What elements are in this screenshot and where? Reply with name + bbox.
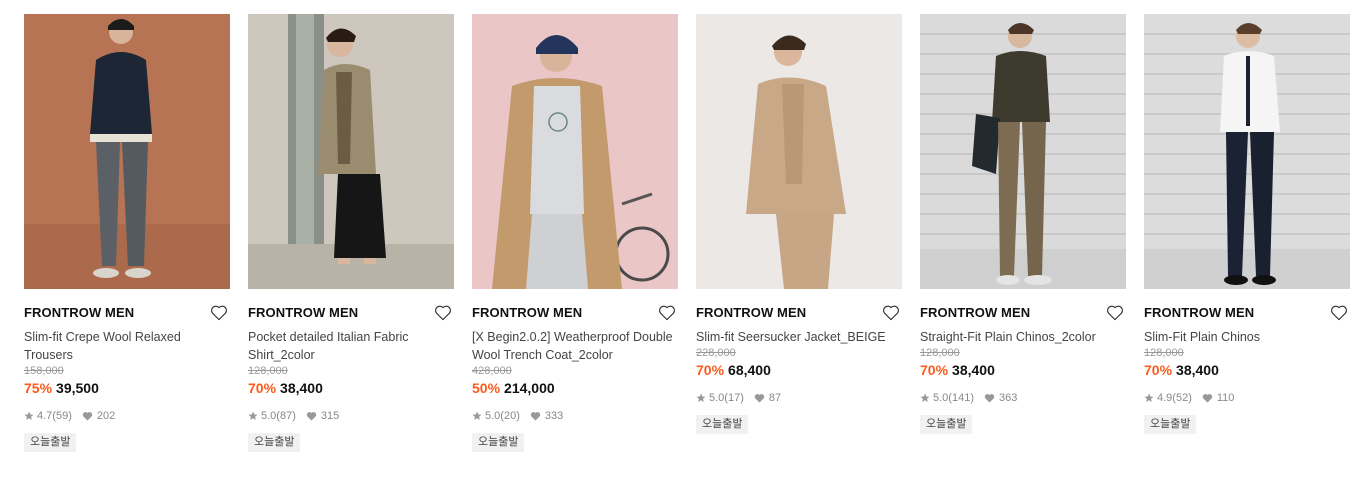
star-icon [248, 411, 258, 420]
shipping-badge: 오늘출발 [696, 415, 749, 434]
product-title[interactable]: Slim-Fit Plain Chinos [1144, 328, 1350, 346]
review-count: (141) [948, 392, 974, 404]
product-image[interactable] [24, 14, 230, 289]
brand-name[interactable]: FRONTROW MEN [920, 303, 1126, 323]
brand-name[interactable]: FRONTROW MEN [248, 303, 454, 323]
like-count: 110 [1216, 392, 1235, 404]
review-stats: 5.0 (141) 363 [920, 391, 1126, 405]
review-stats: 4.9 (52) 110 [1144, 391, 1350, 405]
heart-filled-icon [1202, 394, 1213, 403]
review-stats: 4.7 (59) 202 [24, 409, 230, 423]
like-count: 333 [544, 410, 564, 422]
heart-filled-icon [754, 394, 765, 403]
product-title[interactable]: [X Begin2.0.2] Weatherproof Double Wool … [472, 328, 678, 364]
review-count: (52) [1172, 392, 1192, 404]
original-price: 128,000 [248, 365, 288, 377]
shipping-badge: 오늘출발 [920, 415, 973, 434]
brand-name[interactable]: FRONTROW MEN [24, 303, 230, 323]
price-row: 50% 214,000 [472, 379, 678, 397]
product-image[interactable] [1144, 14, 1350, 289]
original-price: 228,000 [696, 347, 736, 359]
rating-value: 5.0 [485, 410, 501, 422]
rating-value: 4.9 [1157, 392, 1173, 404]
heart-outline-icon[interactable] [210, 304, 228, 321]
rating-value: 4.7 [37, 410, 53, 422]
heart-outline-icon[interactable] [1330, 304, 1348, 321]
star-icon [472, 411, 482, 420]
product-image[interactable] [920, 14, 1126, 289]
heart-filled-icon [82, 412, 93, 421]
heart-filled-icon [984, 394, 995, 403]
shipping-badge: 오늘출발 [1144, 415, 1197, 434]
star-icon [696, 393, 706, 402]
sale-price: 39,500 [56, 380, 99, 396]
product-image[interactable] [472, 14, 678, 289]
rating-value: 5.0 [261, 410, 277, 422]
price-row: 70% 68,400 [696, 361, 902, 379]
heart-outline-icon[interactable] [434, 304, 452, 321]
sale-price: 214,000 [504, 380, 555, 396]
review-count: (87) [276, 410, 296, 422]
like-count: 363 [998, 392, 1018, 404]
discount-rate: 75% [24, 380, 53, 396]
price-row: 70% 38,400 [248, 379, 454, 397]
review-stats: 5.0 (17) 87 [696, 391, 902, 405]
shipping-badge: 오늘출발 [24, 433, 77, 452]
shipping-badge: 오늘출발 [472, 433, 525, 452]
product-card[interactable]: FRONTROW MEN Pocket detailed Italian Fab… [248, 14, 454, 452]
product-title[interactable]: Straight-Fit Plain Chinos_2color [920, 328, 1126, 346]
product-title[interactable]: Slim-fit Crepe Wool Relaxed Trousers [24, 328, 230, 364]
review-stats: 5.0 (20) 333 [472, 409, 678, 423]
brand-name[interactable]: FRONTROW MEN [1144, 303, 1350, 323]
review-count: (20) [500, 410, 520, 422]
product-image[interactable] [248, 14, 454, 289]
heart-filled-icon [306, 412, 317, 421]
product-image[interactable] [696, 14, 902, 289]
sale-price: 68,400 [728, 362, 771, 378]
heart-outline-icon[interactable] [882, 304, 900, 321]
rating-value: 5.0 [709, 392, 725, 404]
like-count: 202 [96, 410, 116, 422]
product-card[interactable]: FRONTROW MEN [X Begin2.0.2] Weatherproof… [472, 14, 678, 452]
product-grid: FRONTROW MEN Slim-fit Crepe Wool Relaxed… [0, 0, 1366, 482]
discount-rate: 70% [696, 362, 725, 378]
original-price: 158,000 [24, 365, 64, 377]
sale-price: 38,400 [952, 362, 995, 378]
discount-rate: 70% [1144, 362, 1173, 378]
price-row: 75% 39,500 [24, 379, 230, 397]
star-icon [920, 393, 930, 402]
discount-rate: 50% [472, 380, 501, 396]
like-count: 87 [768, 392, 782, 404]
original-price: 428,000 [472, 365, 512, 377]
original-price: 128,000 [920, 347, 960, 359]
sale-price: 38,400 [1176, 362, 1219, 378]
heart-outline-icon[interactable] [1106, 304, 1124, 321]
review-count: (59) [52, 410, 72, 422]
brand-name[interactable]: FRONTROW MEN [472, 303, 678, 323]
heart-filled-icon [530, 412, 541, 421]
star-icon [1144, 393, 1154, 402]
product-title[interactable]: Slim-fit Seersucker Jacket_BEIGE [696, 328, 902, 346]
sale-price: 38,400 [280, 380, 323, 396]
shipping-badge: 오늘출발 [248, 433, 301, 452]
original-price: 128,000 [1144, 347, 1184, 359]
product-card[interactable]: FRONTROW MEN Slim-Fit Plain Chinos 128,0… [1144, 14, 1350, 434]
discount-rate: 70% [248, 380, 277, 396]
like-count: 315 [320, 410, 340, 422]
product-card[interactable]: FRONTROW MEN Slim-fit Crepe Wool Relaxed… [24, 14, 230, 452]
product-card[interactable]: FRONTROW MEN Straight-Fit Plain Chinos_2… [920, 14, 1126, 434]
star-icon [24, 411, 34, 420]
rating-value: 5.0 [933, 392, 949, 404]
price-row: 70% 38,400 [1144, 361, 1350, 379]
product-title[interactable]: Pocket detailed Italian Fabric Shirt_2co… [248, 328, 454, 364]
review-stats: 5.0 (87) 315 [248, 409, 454, 423]
price-row: 70% 38,400 [920, 361, 1126, 379]
review-count: (17) [724, 392, 744, 404]
brand-name[interactable]: FRONTROW MEN [696, 303, 902, 323]
discount-rate: 70% [920, 362, 949, 378]
heart-outline-icon[interactable] [658, 304, 676, 321]
product-card[interactable]: FRONTROW MEN Slim-fit Seersucker Jacket_… [696, 14, 902, 434]
